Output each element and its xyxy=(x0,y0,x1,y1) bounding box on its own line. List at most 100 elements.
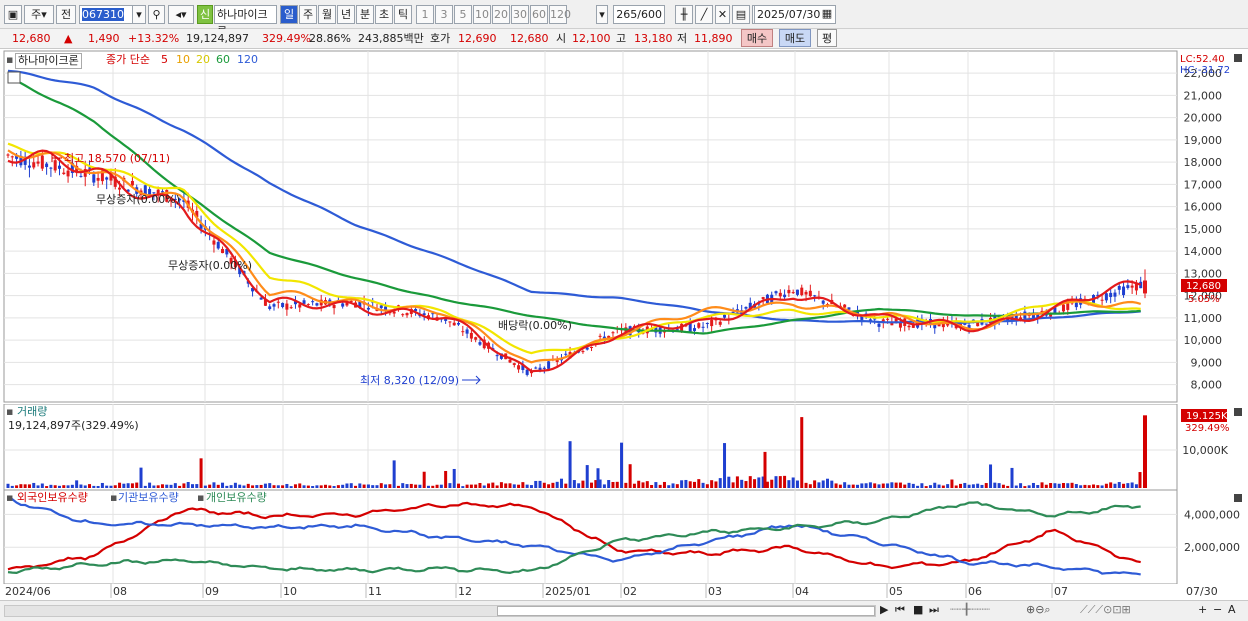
volume-bar xyxy=(800,417,804,488)
volume-bar xyxy=(1087,485,1091,488)
bottom-bar: ▶ ⏮ ■ ⏭ ┈┈╂┈┈┈ ⊕⊖⌕ ⟋⟋⟋⊙⊡⊞ + − A xyxy=(0,600,1248,621)
stock-code-input[interactable]: 067310 xyxy=(79,5,137,24)
volume-bar xyxy=(628,464,632,488)
chart-plus-icon[interactable]: + xyxy=(1198,603,1207,616)
period-button-5[interactable]: 초 xyxy=(375,5,393,24)
candle-body xyxy=(1109,292,1113,298)
volume-bar xyxy=(632,483,636,488)
period-button-6[interactable]: 틱 xyxy=(394,5,412,24)
volume-bar xyxy=(139,467,143,488)
open-price: 12,100 xyxy=(572,32,611,45)
volume-bar xyxy=(268,483,272,488)
volume-bar xyxy=(186,482,190,488)
volume-bar xyxy=(474,484,478,488)
interval-button-30[interactable]: 30 xyxy=(511,5,529,24)
price-panel-title[interactable]: 하나마이크론 xyxy=(15,53,82,69)
x-axis: 2024/06 08 09 10 11 12 2025/01 02 03 04 05 06 07 07/3… xyxy=(0,584,1248,600)
ma60-legend: 60 xyxy=(216,53,230,66)
interval-button-120[interactable]: 120 xyxy=(549,5,571,24)
volume-bar xyxy=(851,484,855,488)
volume-bar xyxy=(821,480,825,488)
candle-body xyxy=(49,167,53,169)
prev-button[interactable]: 전 xyxy=(56,5,76,24)
cross-icon[interactable]: ✕ xyxy=(715,5,730,24)
interval-button-10[interactable]: 10 xyxy=(473,5,491,24)
period-button-2[interactable]: 월 xyxy=(318,5,336,24)
volume-bar xyxy=(1057,483,1061,488)
speaker-icon[interactable]: ◂▾ xyxy=(168,5,194,24)
interval-button-5[interactable]: 5 xyxy=(454,5,472,24)
volume-bar xyxy=(156,485,160,488)
volume-bar xyxy=(1122,483,1126,488)
sell-button[interactable]: 매도 xyxy=(779,29,811,47)
volume-bar xyxy=(169,484,173,488)
period-select[interactable]: 주▾ xyxy=(24,5,54,24)
volume-bar xyxy=(886,483,890,488)
volume-bar xyxy=(680,480,684,488)
volume-bar xyxy=(946,484,950,488)
ask-price: 12,690 xyxy=(458,32,497,45)
candle-body xyxy=(332,305,336,309)
interval-button-3[interactable]: 3 xyxy=(435,5,453,24)
layout-icon[interactable]: ▣ xyxy=(4,5,22,24)
volume-bar xyxy=(787,480,791,488)
horizontal-scrollbar[interactable] xyxy=(4,605,876,617)
volume-bar xyxy=(332,486,336,488)
volume-bar xyxy=(105,485,109,488)
font-size-icon[interactable]: A xyxy=(1228,603,1236,616)
candle-body xyxy=(315,303,319,306)
count-field[interactable]: 265/600 xyxy=(613,5,665,24)
volume-bar xyxy=(538,480,542,488)
individual-legend: 개인보유수량 xyxy=(206,491,267,504)
holding-marker-icon: ▪ xyxy=(6,491,14,504)
volume-bar xyxy=(585,465,589,488)
play-icon[interactable]: ▶ xyxy=(880,603,888,616)
interval-button-1[interactable]: 1 xyxy=(416,5,434,24)
period-button-4[interactable]: 분 xyxy=(356,5,374,24)
scroll-thumb[interactable] xyxy=(497,606,875,616)
code-dropdown-icon[interactable]: ▾ xyxy=(132,5,146,24)
stock-name-field[interactable]: 하나마이크론 xyxy=(214,5,277,38)
interval-button-20[interactable]: 20 xyxy=(492,5,510,24)
search-icon[interactable]: ⚲ xyxy=(148,5,165,24)
volume-bar xyxy=(251,485,255,488)
volume-bar xyxy=(993,482,997,488)
volume-bar xyxy=(190,484,194,488)
period-button-1[interactable]: 주 xyxy=(299,5,317,24)
volume-bar xyxy=(100,482,104,488)
candle-body xyxy=(1100,299,1104,301)
candle-body xyxy=(311,301,315,303)
rewind-icon[interactable]: ⏮ xyxy=(895,603,905,617)
last-price-text: 12,680 xyxy=(1186,281,1221,292)
volume-bar xyxy=(602,484,606,488)
drawing-tools-icon[interactable]: ⟋⟋⟋⊙⊡⊞ xyxy=(1080,603,1131,617)
x-axis-label: 10 xyxy=(283,585,297,598)
volume-bar xyxy=(118,482,122,488)
line-tool-icon[interactable]: ╱ xyxy=(695,5,713,24)
candle-icon[interactable]: ╫ xyxy=(675,5,693,24)
volume-bar xyxy=(654,482,658,488)
flat-button[interactable]: 평 xyxy=(817,29,837,47)
interval-button-60[interactable]: 60 xyxy=(530,5,548,24)
zoom-icon[interactable]: ⊕⊖⌕ xyxy=(1026,603,1051,617)
candle-body xyxy=(392,311,396,314)
stop-icon[interactable]: ■ xyxy=(913,603,923,616)
volume-bar xyxy=(1134,484,1138,488)
volume-bar xyxy=(57,485,61,488)
volume-plot-frame xyxy=(3,404,1178,490)
save-icon[interactable]: ▤ xyxy=(732,5,750,24)
volume-bar xyxy=(692,481,696,488)
forward-icon[interactable]: ⏭ xyxy=(929,603,939,617)
calendar-icon[interactable]: ▦ xyxy=(820,5,834,24)
candle-body xyxy=(1126,285,1130,288)
high-price: 13,180 xyxy=(634,32,673,45)
volume-bar xyxy=(723,443,727,488)
buy-button[interactable]: 매수 xyxy=(741,29,773,47)
chart-minus-icon[interactable]: − xyxy=(1213,603,1222,616)
volume-bar xyxy=(66,485,70,488)
interval-dropdown-icon[interactable]: ▾ xyxy=(596,5,608,24)
period-button-0[interactable]: 일 xyxy=(280,5,298,24)
period-button-3[interactable]: 년 xyxy=(337,5,355,24)
volume-bar xyxy=(697,479,701,488)
zoom-slider[interactable]: ┈┈╂┈┈┈ xyxy=(950,603,990,616)
